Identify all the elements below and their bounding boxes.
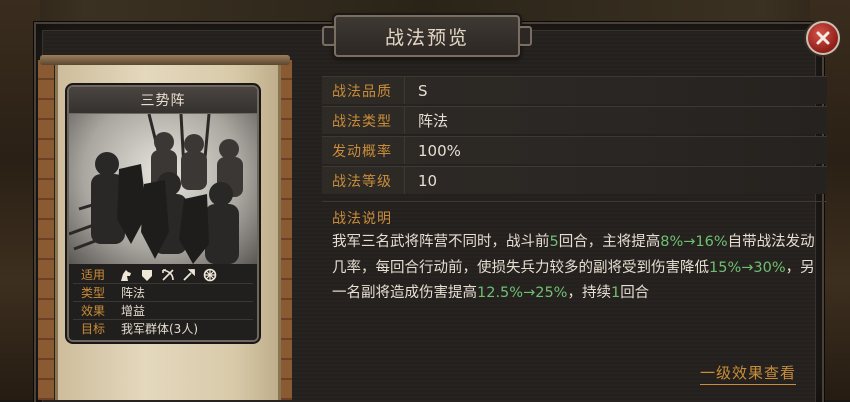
shield-icon: [140, 268, 154, 282]
description-heading: 战法说明: [332, 211, 392, 227]
scroll-rod: [40, 55, 290, 65]
info-label: 效果: [80, 304, 105, 318]
description-segment: 我军三名武将阵营不同时，战斗前: [332, 234, 550, 250]
prop-value: 阵法: [418, 112, 449, 130]
spear-icon: [182, 268, 196, 282]
description-highlight-value: 1: [610, 285, 621, 301]
info-value: 我军群体(3人): [121, 322, 198, 336]
prop-row-probability: 发动概率 100%: [322, 136, 827, 164]
description-highlight-value: 8%→16%: [660, 234, 728, 250]
archer-icon: [161, 268, 175, 282]
info-value: 增益: [121, 304, 146, 318]
close-icon: [816, 31, 830, 45]
skill-info-panel: 战法品质 S 战法类型 阵法 发动概率 100% 战法等级 10 战法说明 我军…: [322, 76, 827, 400]
prop-value: 10: [418, 171, 438, 190]
description-segment: 回合: [620, 285, 650, 301]
info-row-effect: 效果 增益: [73, 302, 253, 320]
skill-card-info: 适用 类型 阵法 效果 增益 目标 我军群体(3人): [69, 264, 257, 340]
info-row-type: 类型 阵法: [73, 284, 253, 302]
description-text: 我军三名武将阵营不同时，战斗前5回合，主将提高8%→16%自带战法发动几率，每回…: [332, 230, 827, 307]
description-highlight-value: 15%→30%: [709, 259, 786, 276]
prop-value: 100%: [418, 141, 461, 160]
description-highlight-value: 12.5%→25%: [477, 285, 568, 301]
prop-row-type: 战法类型 阵法: [322, 106, 827, 134]
cavalry-icon: [119, 268, 133, 282]
scroll-post-left: [38, 60, 54, 400]
description-segment: ，持续: [567, 285, 611, 301]
skill-name: 三势阵: [140, 93, 186, 109]
close-button[interactable]: [806, 21, 840, 55]
info-value: 阵法: [121, 286, 146, 300]
dialog-title-plaque: 战法预览: [322, 15, 532, 57]
dialog-title: 战法预览: [384, 26, 469, 49]
info-label: 类型: [80, 286, 105, 300]
soldiers-silhouette-art: [69, 113, 243, 264]
siege-icon: [203, 268, 217, 282]
description-segment: 回合，主将提高: [558, 234, 661, 250]
skill-card-title-bar: 三势阵: [69, 87, 257, 114]
skill-card: 三势阵 适用 类型 阵法 效果 增益 目标 我军群体(3人): [67, 85, 259, 342]
skill-description-box: 战法说明 我军三名武将阵营不同时，战斗前5回合，主将提高8%→16%自带战法发动…: [322, 201, 827, 397]
info-row-target: 目标 我军群体(3人): [73, 320, 253, 337]
prop-value: S: [418, 81, 428, 100]
prop-label: 发动概率: [322, 137, 405, 164]
info-row-applicable: 适用: [73, 266, 253, 284]
level-one-effect-link[interactable]: 一级效果查看: [700, 362, 797, 385]
troop-type-icons: [119, 268, 217, 282]
prop-row-quality: 战法品质 S: [322, 76, 827, 104]
prop-label: 战法等级: [322, 167, 405, 194]
prop-row-level: 战法等级 10: [322, 166, 827, 194]
info-label: 适用: [80, 268, 105, 282]
prop-label: 战法类型: [322, 107, 405, 134]
info-label: 目标: [80, 322, 105, 336]
skill-art: [69, 113, 257, 264]
prop-label: 战法品质: [322, 77, 405, 104]
description-highlight-value: 5: [549, 234, 559, 250]
